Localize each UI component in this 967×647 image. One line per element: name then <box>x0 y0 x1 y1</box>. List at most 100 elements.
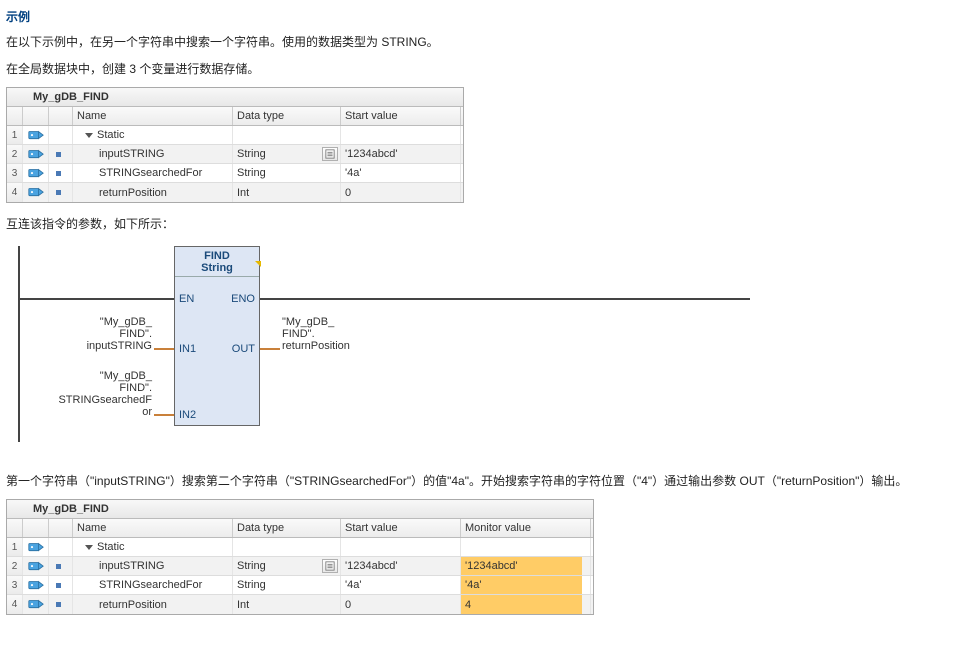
col-monitorvalue[interactable]: Monitor value <box>461 519 591 537</box>
table-row[interactable]: 1 Static <box>7 126 463 145</box>
cell-startvalue[interactable]: 0 <box>341 595 461 614</box>
connector-out <box>260 348 280 350</box>
cell-name[interactable]: STRINGsearchedFor <box>73 164 233 182</box>
type-dropdown-icon[interactable] <box>255 261 261 267</box>
signal-in2: "My_gDB_ FIND". STRINGsearchedF or <box>42 370 152 418</box>
row-number: 4 <box>7 183 23 202</box>
cell-name[interactable]: Static <box>73 126 233 144</box>
section-heading: 示例 <box>6 8 961 25</box>
sig-text: FIND". <box>56 328 152 340</box>
col-tagicon <box>23 519 49 537</box>
port-out[interactable]: OUT <box>232 343 255 355</box>
col-datatype[interactable]: Data type <box>233 519 341 537</box>
sig-text: FIND". <box>42 382 152 394</box>
row-marker <box>49 595 73 614</box>
col-name[interactable]: Name <box>73 107 233 125</box>
col-startvalue[interactable]: Start value <box>341 107 461 125</box>
sig-text: inputSTRING <box>56 340 152 352</box>
cell-startvalue[interactable]: '1234abcd' <box>341 557 461 575</box>
para-1: 在以下示例中，在另一个字符串中搜索一个字符串。使用的数据类型为 STRING。 <box>6 33 961 50</box>
row-marker <box>49 557 73 575</box>
row-number: 1 <box>7 126 23 144</box>
col-startvalue[interactable]: Start value <box>341 519 461 537</box>
table-row[interactable]: 4returnPositionInt04 <box>7 595 593 614</box>
variable-table-1: My_gDB_FIND Name Data type Start value 1… <box>6 87 464 203</box>
datatype-picker-button[interactable] <box>322 559 338 573</box>
row-number: 2 <box>7 557 23 575</box>
table-title: My_gDB_FIND <box>7 88 463 107</box>
tag-icon <box>23 145 49 163</box>
cell-datatype[interactable]: Int <box>233 183 341 202</box>
table-row[interactable]: 2inputSTRINGString'1234abcd' <box>7 145 463 164</box>
cell-datatype[interactable] <box>233 126 341 144</box>
tag-icon <box>23 126 49 144</box>
cell-startvalue[interactable] <box>341 538 461 556</box>
variable-table-2: My_gDB_FIND Name Data type Start value M… <box>6 499 594 615</box>
cell-datatype[interactable] <box>233 538 341 556</box>
lad-diagram: FIND String EN ENO IN1 OUT IN2 "My_gDB_ … <box>10 242 770 452</box>
sig-text: "My_gDB_ <box>282 316 392 328</box>
row-number: 3 <box>7 164 23 182</box>
expand-icon[interactable] <box>85 545 93 550</box>
signal-out: "My_gDB_ FIND". returnPosition <box>282 316 392 352</box>
cell-monitorvalue: '4a' <box>461 576 591 594</box>
table-row[interactable]: 3 STRINGsearchedForString'4a' <box>7 164 463 183</box>
col-name[interactable]: Name <box>73 519 233 537</box>
table-header-row: Name Data type Start value Monitor value <box>7 519 593 538</box>
cell-name[interactable]: inputSTRING <box>73 557 233 575</box>
cell-startvalue[interactable]: 0 <box>341 183 461 202</box>
cell-name[interactable]: Static <box>73 538 233 556</box>
sig-text: STRINGsearchedF <box>42 394 152 406</box>
tag-icon <box>23 164 49 182</box>
row-marker <box>49 145 73 163</box>
sig-text: returnPosition <box>282 340 392 352</box>
table-row[interactable]: 1 Static <box>7 538 593 557</box>
para-3: 互连该指令的参数，如下所示： <box>6 215 961 232</box>
cell-monitorvalue: '1234abcd' <box>461 557 591 575</box>
cell-name[interactable]: returnPosition <box>73 183 233 202</box>
cell-startvalue[interactable]: '1234abcd' <box>341 145 461 163</box>
cell-startvalue[interactable] <box>341 126 461 144</box>
connector-in1 <box>154 348 174 350</box>
cell-datatype[interactable]: String <box>233 145 341 163</box>
cell-name[interactable]: returnPosition <box>73 595 233 614</box>
col-marker <box>49 107 73 125</box>
cell-name[interactable]: inputSTRING <box>73 145 233 163</box>
row-marker <box>49 183 73 202</box>
table-row[interactable]: 2inputSTRINGString'1234abcd''1234abcd' <box>7 557 593 576</box>
block-header: FIND String <box>175 247 259 277</box>
eno-line <box>260 298 750 300</box>
row-number: 3 <box>7 576 23 594</box>
cell-datatype[interactable]: String <box>233 164 341 182</box>
block-name: FIND <box>175 250 259 262</box>
cell-name[interactable]: STRINGsearchedFor <box>73 576 233 594</box>
cell-startvalue[interactable]: '4a' <box>341 576 461 594</box>
port-in2[interactable]: IN2 <box>179 409 196 421</box>
cell-datatype[interactable]: Int <box>233 595 341 614</box>
sig-text: "My_gDB_ <box>56 316 152 328</box>
row-number: 1 <box>7 538 23 556</box>
col-marker <box>49 519 73 537</box>
cell-datatype[interactable]: String <box>233 557 341 575</box>
tag-icon <box>23 595 49 614</box>
port-in1[interactable]: IN1 <box>179 343 196 355</box>
row-marker <box>49 164 73 182</box>
table-row[interactable]: 3STRINGsearchedForString'4a''4a' <box>7 576 593 595</box>
find-block[interactable]: FIND String EN ENO IN1 OUT IN2 <box>174 246 260 426</box>
sig-text: or <box>42 406 152 418</box>
power-rail <box>18 246 20 442</box>
datatype-picker-button[interactable] <box>322 147 338 161</box>
expand-icon[interactable] <box>85 133 93 138</box>
table-header-row: Name Data type Start value <box>7 107 463 126</box>
cell-datatype[interactable]: String <box>233 576 341 594</box>
port-en: EN <box>179 293 194 305</box>
block-type: String <box>201 262 233 274</box>
cell-startvalue[interactable]: '4a' <box>341 164 461 182</box>
para-4: 第一个字符串（"inputSTRING"）搜索第二个字符串（"STRINGsea… <box>6 472 961 489</box>
table-row[interactable]: 4 returnPositionInt0 <box>7 183 463 202</box>
sig-text: "My_gDB_ <box>42 370 152 382</box>
tag-icon <box>23 557 49 575</box>
cell-monitorvalue: 4 <box>461 595 591 614</box>
col-datatype[interactable]: Data type <box>233 107 341 125</box>
row-number: 4 <box>7 595 23 614</box>
